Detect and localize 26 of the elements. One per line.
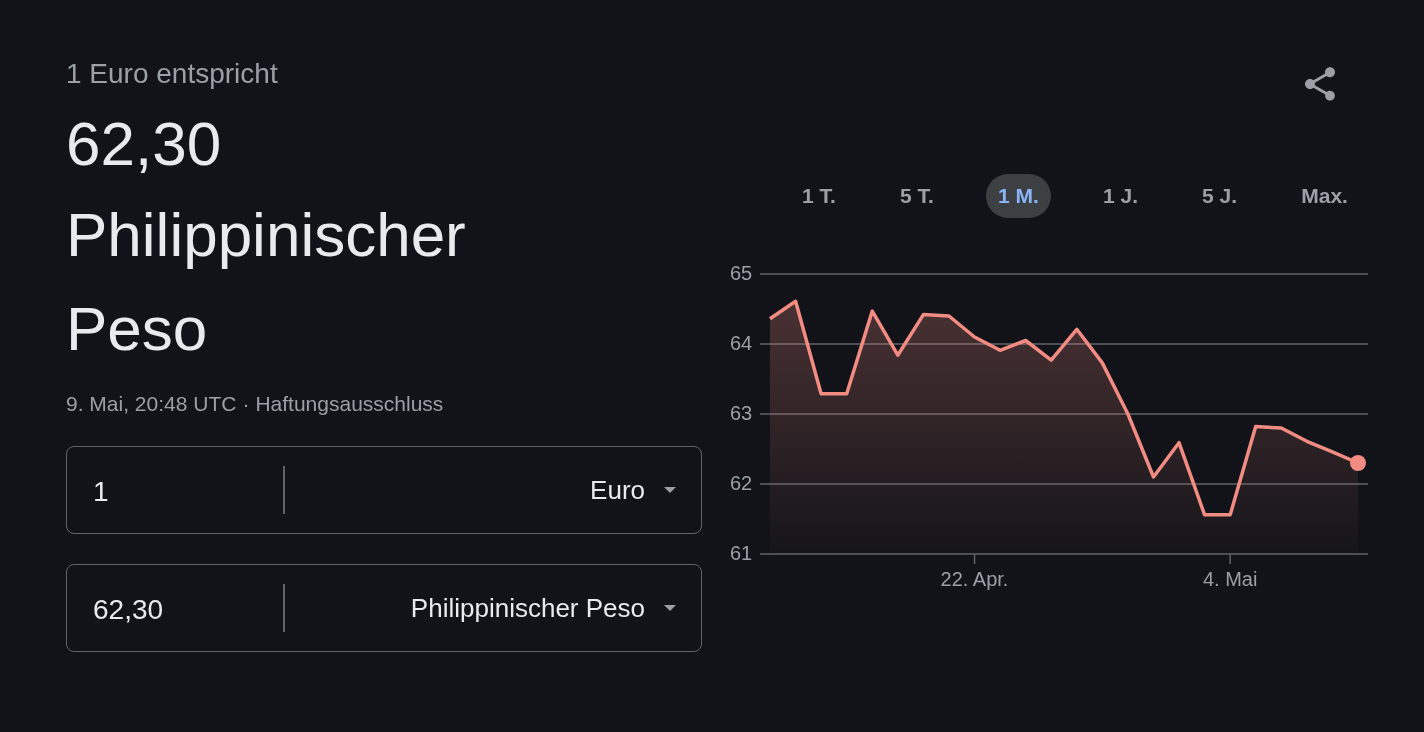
period-tab[interactable]: 5 T. <box>888 174 946 218</box>
period-tab[interactable]: Max. <box>1289 174 1360 218</box>
x-axis-label: 4. Mai <box>1202 568 1258 590</box>
rate-caption: 1 Euro entspricht <box>66 57 279 91</box>
y-axis-label: 63 <box>730 402 753 424</box>
currency-dropdown[interactable]: Euro <box>284 460 701 520</box>
y-axis-label: 62 <box>730 472 753 494</box>
disclaimer-link[interactable]: Haftungsausschluss <box>255 392 444 416</box>
period-tab[interactable]: 1 J. <box>1090 174 1150 218</box>
y-axis-label: 65 <box>730 262 753 284</box>
period-tab[interactable]: 1 M. <box>986 174 1051 218</box>
current-point <box>1350 455 1366 471</box>
period-tab[interactable]: 5 J. <box>1190 174 1250 218</box>
y-axis-label: 61 <box>730 542 753 564</box>
amount-field[interactable]: 62,30 <box>67 590 283 626</box>
currency-name: Philippinischer Peso <box>66 199 467 365</box>
rate-value: 62,30 <box>66 108 223 180</box>
separator: · <box>242 392 250 416</box>
timestamp: 9. Mai, 20:48 UTC <box>66 392 237 416</box>
amount-field[interactable]: 1 <box>67 472 283 508</box>
y-axis-label: 64 <box>730 332 753 354</box>
currency-dropdown[interactable]: Philippinischer Peso <box>284 578 701 638</box>
caret-icon <box>663 486 677 494</box>
caret-icon <box>663 604 677 612</box>
period-tab[interactable]: 1 T. <box>790 174 848 218</box>
x-axis-label: 22. Apr. <box>940 568 1009 590</box>
